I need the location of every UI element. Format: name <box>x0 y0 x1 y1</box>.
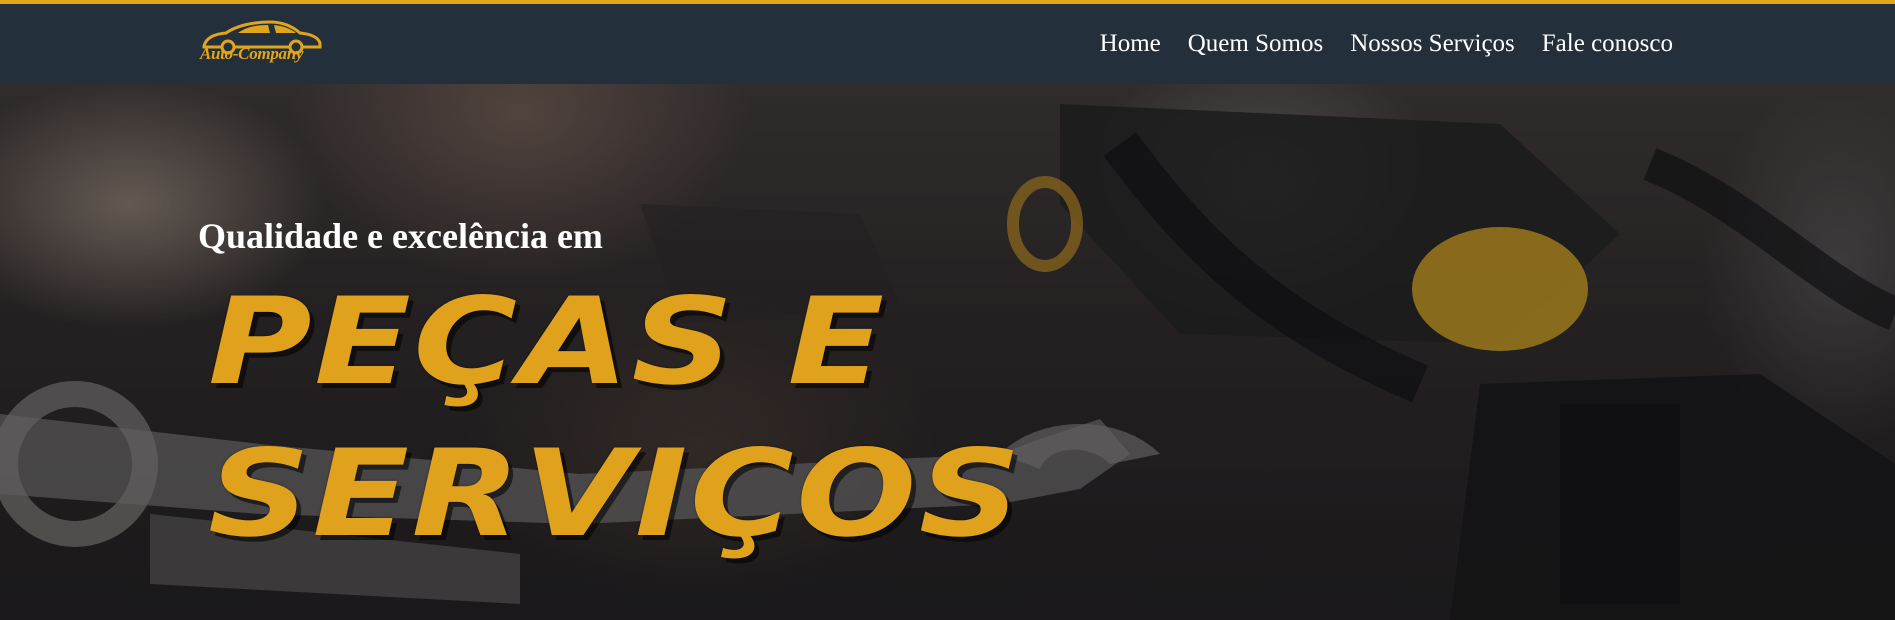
hero-banner: Qualidade e excelência em PEÇAS E SERVIÇ… <box>0 84 1895 620</box>
hero-subtitle: Qualidade e excelência em <box>198 216 603 256</box>
nav-link-quem-somos[interactable]: Quem Somos <box>1188 30 1323 58</box>
nav-menu: Home Quem Somos Nossos Serviços Fale con… <box>1100 4 1673 84</box>
logo[interactable]: Auto-Company <box>198 16 328 68</box>
nav-link-fale-conosco[interactable]: Fale conosco <box>1542 30 1673 58</box>
navbar: Auto-Company Home Quem Somos Nossos Serv… <box>0 4 1895 84</box>
logo-text: Auto-Company <box>200 44 304 63</box>
nav-link-home[interactable]: Home <box>1100 30 1161 58</box>
nav-link-nossos-servicos[interactable]: Nossos Serviços <box>1350 30 1515 58</box>
hero-headline-line1: PEÇAS E <box>208 273 887 412</box>
hero-headline-line2: SERVIÇOS <box>208 425 1024 564</box>
